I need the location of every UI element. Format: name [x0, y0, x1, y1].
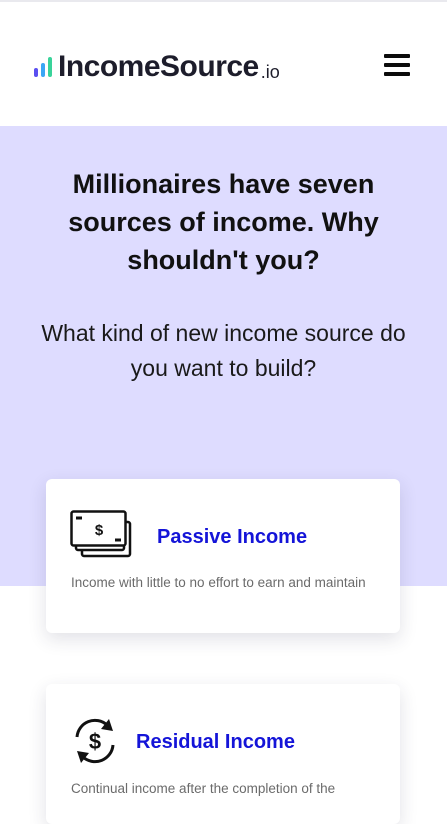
passive-income-card[interactable]: $ Passive Income Income with little to n…	[46, 479, 400, 633]
card-title[interactable]: Residual Income	[136, 731, 295, 754]
residual-income-card[interactable]: $ Residual Income Continual income after…	[46, 684, 400, 824]
svg-text:$: $	[89, 729, 101, 754]
card-description: Continual income after the completion of…	[71, 781, 336, 796]
svg-text:$: $	[95, 522, 104, 539]
menu-icon[interactable]	[384, 54, 410, 76]
logo-suffix: .io	[260, 61, 280, 82]
logo-text: IncomeSource	[58, 50, 259, 83]
logo-bars-icon	[34, 57, 52, 77]
cash-stack-icon: $	[70, 510, 132, 565]
card-description: Income with little to no effort to earn …	[71, 575, 366, 590]
hero-subtitle: What kind of new income source do you wa…	[41, 320, 406, 381]
logo[interactable]: IncomeSource .io	[34, 50, 280, 84]
card-title[interactable]: Passive Income	[157, 526, 307, 549]
hero-title: Millionaires have seven sources of incom…	[68, 169, 379, 275]
site-header: IncomeSource .io	[0, 0, 447, 126]
recurring-dollar-icon: $	[69, 715, 121, 772]
